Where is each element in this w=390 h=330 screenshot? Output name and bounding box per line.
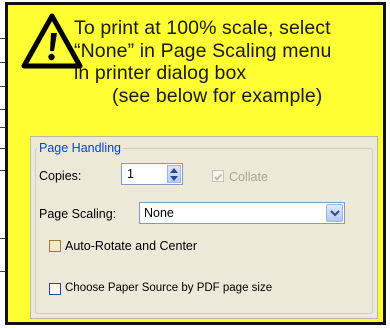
dropdown-button[interactable] (326, 204, 343, 222)
notice-line: “None” in Page Scaling menu (74, 39, 332, 62)
spin-up-icon[interactable] (170, 168, 178, 174)
paper-source-label[interactable]: Choose Paper Source by PDF page size (65, 282, 272, 294)
page-scaling-label: Page Scaling: (39, 207, 117, 221)
copies-spin-buttons[interactable] (167, 165, 181, 183)
checkmark-icon (214, 173, 223, 181)
copies-stepper[interactable]: 1 (121, 163, 183, 185)
page-handling-dialog: Page Handling Copies: 1 Collate Page Sca… (30, 136, 378, 319)
collate-label: Collate (229, 170, 268, 184)
auto-rotate-checkbox[interactable] (49, 240, 61, 252)
auto-rotate-label[interactable]: Auto-Rotate and Center (65, 239, 197, 253)
collate-checkbox[interactable] (212, 170, 224, 182)
notice-line: (see below for example) (112, 84, 323, 107)
chevron-down-icon (330, 210, 340, 217)
print-scaling-notice: To print at 100% scale, select “None” in… (5, 2, 386, 325)
notice-line: in printer dialog box (74, 62, 247, 84)
notice-line: To print at 100% scale, select (74, 17, 331, 39)
page-handling-title: Page Handling (37, 141, 124, 155)
spin-down-icon[interactable] (170, 176, 178, 182)
copies-value[interactable]: 1 (127, 167, 134, 181)
page-scaling-select[interactable]: None (139, 202, 345, 224)
paper-source-checkbox[interactable] (49, 283, 61, 295)
page-scaling-value[interactable]: None (144, 206, 174, 220)
copies-label: Copies: (39, 169, 82, 183)
notice-message: To print at 100% scale, select “None” in… (74, 17, 389, 107)
